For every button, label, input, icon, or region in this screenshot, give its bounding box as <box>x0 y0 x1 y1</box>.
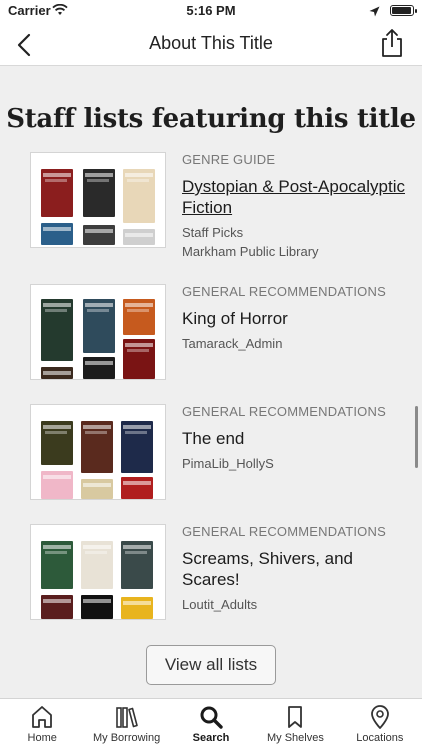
location-arrow-icon <box>369 4 380 22</box>
staff-list-item[interactable]: GENERAL RECOMMENDATIONS King of Horror T… <box>0 284 422 380</box>
main-content[interactable]: Staff lists featuring this title GENRE G… <box>0 66 422 698</box>
book-cover <box>81 421 113 473</box>
tab-search[interactable]: Search <box>169 699 253 750</box>
tab-label: My Shelves <box>266 732 324 744</box>
list-cover-collage <box>30 284 166 380</box>
view-all-lists-button[interactable]: View all lists <box>146 645 276 685</box>
share-button[interactable] <box>378 28 406 58</box>
tab-label: My Borrowing <box>92 732 161 744</box>
books-icon <box>115 707 138 728</box>
list-title-link[interactable]: Dystopian & Post-Apocalyptic Fiction <box>182 176 412 218</box>
list-curator: Tamarack_Admin <box>182 336 283 351</box>
back-button[interactable] <box>10 30 40 60</box>
scroll-indicator[interactable] <box>415 406 418 468</box>
location-pin-icon <box>370 705 389 729</box>
list-cover-collage <box>30 152 166 248</box>
section-title: Staff lists featuring this title <box>6 104 416 134</box>
list-category: GENERAL RECOMMENDATIONS <box>182 404 386 419</box>
book-cover <box>41 299 73 361</box>
list-cover-collage <box>30 404 166 500</box>
book-cover <box>123 229 155 245</box>
list-title[interactable]: Screams, Shivers, and Scares! <box>182 548 412 590</box>
tab-locations[interactable]: Locations <box>338 699 422 750</box>
book-cover <box>123 299 155 335</box>
book-cover <box>83 169 115 217</box>
tab-label: Search <box>192 732 230 744</box>
book-cover <box>41 595 73 619</box>
battery-icon <box>390 5 417 16</box>
tab-label: Home <box>27 732 57 744</box>
staff-list-item[interactable]: GENERAL RECOMMENDATIONS Screams, Shivers… <box>0 524 422 620</box>
bookmark-icon <box>288 706 303 728</box>
book-cover <box>81 541 113 589</box>
book-cover <box>121 597 153 619</box>
book-cover <box>41 471 73 499</box>
page-title: About This Title <box>149 33 273 53</box>
staff-list-item[interactable]: GENERAL RECOMMENDATIONS The end PimaLib_… <box>0 404 422 500</box>
tab-label: Locations <box>356 732 404 744</box>
list-title[interactable]: The end <box>182 428 412 449</box>
list-category: GENERAL RECOMMENDATIONS <box>182 284 386 299</box>
tab-bar: Home My Borrowing Search My Shelves Loca… <box>0 698 422 750</box>
book-cover <box>83 299 115 353</box>
list-category: GENRE GUIDE <box>182 152 276 167</box>
list-curator: PimaLib_HollyS <box>182 456 274 471</box>
list-title[interactable]: King of Horror <box>182 308 412 329</box>
book-cover <box>41 367 73 379</box>
list-cover-collage <box>30 524 166 620</box>
book-cover <box>121 421 153 473</box>
list-library: Markham Public Library <box>182 244 319 259</box>
book-cover <box>81 595 113 619</box>
book-cover <box>41 541 73 589</box>
list-curator: Loutit_Adults <box>182 597 258 612</box>
book-cover <box>81 479 113 499</box>
staff-list-item[interactable]: GENRE GUIDE Dystopian & Post-Apocalyptic… <box>0 152 422 259</box>
list-category: GENERAL RECOMMENDATIONS <box>182 524 386 539</box>
book-cover <box>41 421 73 465</box>
tab-home[interactable]: Home <box>0 699 84 750</box>
home-icon <box>32 706 53 728</box>
book-cover <box>123 339 155 379</box>
book-cover <box>83 357 115 379</box>
share-icon <box>382 29 402 57</box>
clock: 5:16 PM <box>186 3 236 18</box>
book-cover <box>41 223 73 245</box>
search-icon <box>200 706 223 729</box>
book-cover <box>123 169 155 223</box>
book-cover <box>41 169 73 217</box>
status-bar: Carrier 5:16 PM <box>0 0 422 22</box>
book-cover <box>121 477 153 499</box>
chevron-left-icon <box>17 33 31 57</box>
tab-my-shelves[interactable]: My Shelves <box>253 699 337 750</box>
book-cover <box>83 225 115 245</box>
book-cover <box>121 541 153 589</box>
tab-my-borrowing[interactable]: My Borrowing <box>84 699 168 750</box>
navigation-bar: About This Title <box>0 22 422 66</box>
list-curator: Staff Picks <box>182 225 244 240</box>
